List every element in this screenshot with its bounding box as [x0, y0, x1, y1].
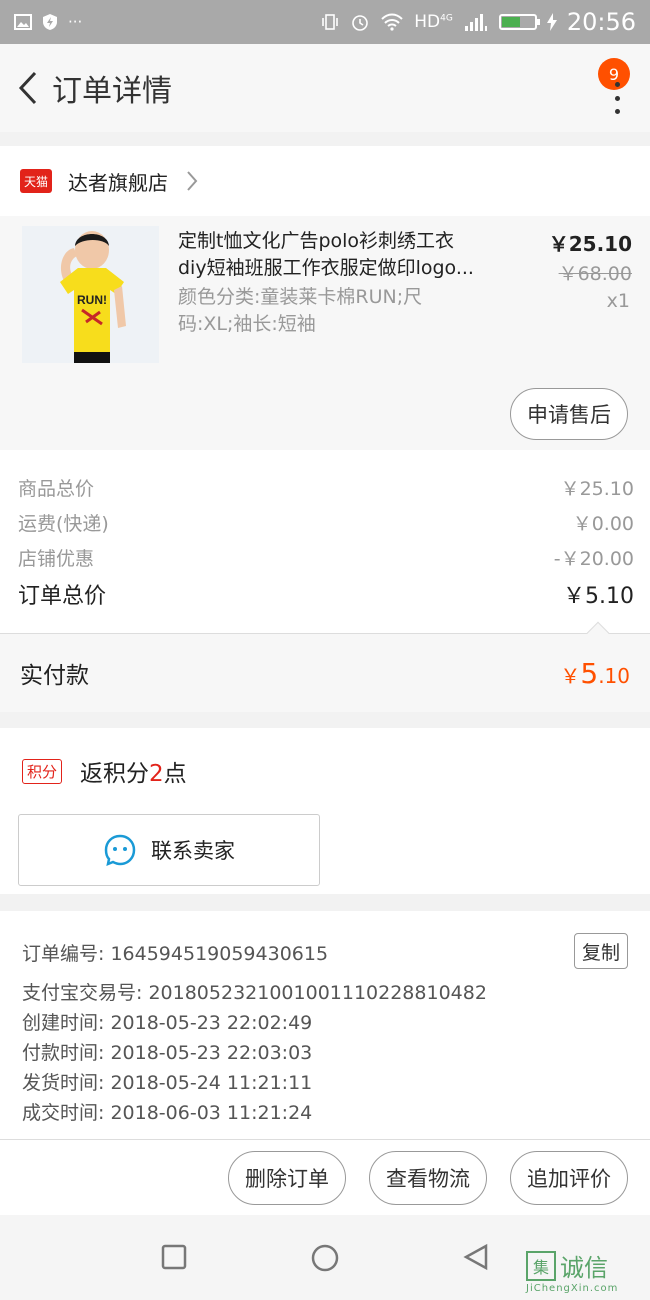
points-card: 积分 返积分2点 联系卖家 [0, 728, 650, 894]
amount-paid-currency: ￥ [560, 663, 581, 688]
more-vertical-icon [612, 82, 622, 114]
shop-name: 达者旗舰店 [68, 170, 168, 195]
subtotal-row: 商品总价 ￥25.10 [18, 474, 634, 501]
alarm-icon [352, 15, 369, 31]
back-triangle-icon[interactable] [462, 1243, 490, 1271]
apply-aftersale-button[interactable]: 申请售后 [510, 388, 628, 440]
price-breakdown: 商品总价 ￥25.10 运费(快递) ￥0.00 店铺优惠 -￥20.00 订单… [0, 450, 650, 634]
page-title: 订单详情 [52, 74, 172, 109]
order-number-line: 订单编号: 164594519059430615 [22, 943, 329, 965]
signal-icon [464, 14, 487, 31]
shipping-label: 运费(快递) [18, 513, 109, 535]
wifi-icon [381, 13, 403, 31]
home-circle-icon[interactable] [310, 1243, 340, 1273]
product-image-print-text: RUN! [77, 293, 107, 307]
subtotal-value: ￥25.10 [560, 478, 634, 500]
recent-apps-icon[interactable] [160, 1243, 188, 1271]
order-total-row: 订单总价 ￥5.10 [18, 578, 634, 610]
points-row: 积分 返积分2点 [22, 754, 187, 788]
vibrate-icon [322, 14, 339, 30]
product-item[interactable]: RUN! 定制t恤文化广告polo衫刺绣工衣 diy短袖班服工作衣服定做印log… [0, 216, 650, 450]
status-time: 20:56 [566, 8, 636, 36]
product-sku: 颜色分类:童装莱卡棉RUN;尺 码:XL;袖长:短袖 [178, 284, 468, 338]
contact-seller-button[interactable]: 联系卖家 [18, 814, 320, 886]
discount-row: 店铺优惠 -￥20.00 [18, 544, 634, 571]
amount-paid-row: 实付款 ￥5.10 [0, 634, 650, 712]
battery-icon [498, 14, 540, 30]
watermark-logo: 集 诚信 JiChengXin.com [526, 1248, 644, 1298]
more-notifications-icon: ··· [68, 13, 83, 31]
order-number: 164594519059430615 [110, 943, 329, 965]
more-menu-button[interactable]: 9 [590, 58, 630, 118]
status-bar: ··· HD4G 20:56 [0, 0, 650, 44]
product-title-line: diy短袖班服工作衣服定做印logo... [178, 257, 474, 279]
amount-paid-decimal: .10 [598, 663, 630, 688]
points-text: 返积分2点 [80, 761, 187, 787]
product-quantity: x1 [606, 290, 630, 312]
product-price: ￥25.10 [548, 232, 632, 256]
copy-order-number-button[interactable]: 复制 [574, 933, 628, 969]
completed-time-line: 成交时间: 2018-06-03 11:21:24 [22, 1102, 313, 1124]
product-original-price: ￥68.00 [558, 263, 632, 285]
points-count: 2 [149, 761, 164, 787]
order-total-value: ￥5.10 [563, 584, 634, 609]
created-time-line: 创建时间: 2018-05-23 22:02:49 [22, 1012, 313, 1034]
back-arrow-icon[interactable] [8, 68, 48, 108]
nav-bar: 订单详情 9 [0, 44, 650, 132]
delete-order-button[interactable]: 删除订单 [228, 1151, 346, 1205]
order-total-label: 订单总价 [18, 584, 107, 609]
add-review-button[interactable]: 追加评价 [510, 1151, 628, 1205]
subtotal-label: 商品总价 [18, 478, 95, 500]
shield-icon [43, 14, 57, 30]
gallery-icon [14, 14, 32, 30]
shipping-row: 运费(快递) ￥0.00 [18, 509, 634, 536]
watermark-box: 集 [526, 1250, 556, 1281]
product-image[interactable]: RUN! [22, 226, 159, 363]
tmall-icon: 天猫 [20, 169, 52, 193]
product-title[interactable]: 定制t恤文化广告polo衫刺绣工衣 diy短袖班服工作衣服定做印logo... [178, 228, 508, 282]
product-sku-line: 码:XL;袖长:短袖 [178, 313, 316, 335]
network-type: HD4G [414, 12, 453, 32]
watermark-url: JiChengXin.com [526, 1283, 619, 1294]
amount-paid-integer: 5 [580, 656, 599, 690]
discount-label: 店铺优惠 [18, 548, 95, 570]
watermark-text: 诚信 [560, 1254, 608, 1282]
discount-value: -￥20.00 [553, 548, 634, 570]
aliwangwang-icon [104, 834, 136, 867]
product-title-line: 定制t恤文化广告polo衫刺绣工衣 [178, 230, 455, 252]
view-logistics-button[interactable]: 查看物流 [369, 1151, 487, 1205]
order-info: 订单编号: 164594519059430615 复制 支付宝交易号: 2018… [0, 911, 650, 1139]
order-action-bar: 删除订单 查看物流 追加评价 [0, 1139, 650, 1215]
contact-seller-label: 联系卖家 [151, 839, 235, 863]
amount-paid-value: ￥5.10 [560, 657, 630, 690]
points-tag: 积分 [22, 758, 63, 784]
chevron-right-icon [187, 171, 198, 191]
shop-header[interactable]: 天猫 达者旗舰店 [0, 146, 650, 216]
alipay-trade-line: 支付宝交易号: 2018052321001001110228810482 [22, 982, 487, 1004]
product-sku-line: 颜色分类:童装莱卡棉RUN;尺 [178, 286, 423, 308]
paid-time-line: 付款时间: 2018-05-23 22:03:03 [22, 1042, 313, 1064]
shipping-value: ￥0.00 [572, 513, 634, 535]
charging-icon [546, 13, 557, 31]
shipped-time-line: 发货时间: 2018-05-24 11:21:11 [22, 1072, 313, 1094]
amount-paid-label: 实付款 [20, 663, 89, 689]
